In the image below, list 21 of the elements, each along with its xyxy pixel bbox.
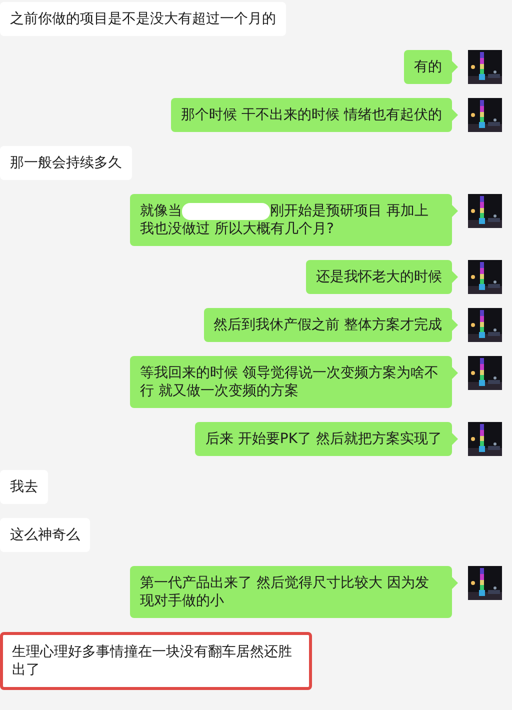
message-bubble: 我去 (0, 470, 48, 504)
bubble-tail (452, 271, 458, 283)
bubble-tail (452, 367, 458, 379)
message-bubble: 第一代产品出来了 然后觉得尺寸比较大 因为发现对手做的小 (130, 566, 452, 618)
message-bubble: 这么神奇么 (0, 518, 90, 552)
bubble-tail (452, 577, 458, 589)
bubble-tail (452, 61, 458, 73)
message-bubble: 然后到我休产假之前 整体方案才完成 (204, 308, 452, 342)
message-bubble: 还是我怀老大的时候 (306, 260, 452, 294)
message-bubble: 那个时候 干不出来的时候 情绪也有起伏的 (171, 98, 452, 132)
message-bubble: 那一般会持续多久 (0, 146, 132, 180)
message-bubble: 就像当 刚开始是预研项目 再加上我也没做过 所以大概有几个月? (130, 194, 452, 246)
bubble-tail (452, 433, 458, 445)
bubble-tail (452, 205, 458, 217)
message-bubble: 后来 开始要PK了 然后就把方案实现了 (195, 422, 452, 456)
bubble-tail (452, 109, 458, 121)
message-bubble: 之前你做的项目是不是没大有超过一个月的 (0, 2, 286, 36)
message-bubble: 有的 (404, 50, 452, 84)
message-bubble: 等我回来的时候 领导觉得说一次变频方案为啥不行 就又做一次变频的方案 (130, 356, 452, 408)
bubble-tail (452, 319, 458, 331)
message-bubble: 生理心理好多事情撞在一块没有翻车居然还胜出了 (0, 632, 312, 690)
